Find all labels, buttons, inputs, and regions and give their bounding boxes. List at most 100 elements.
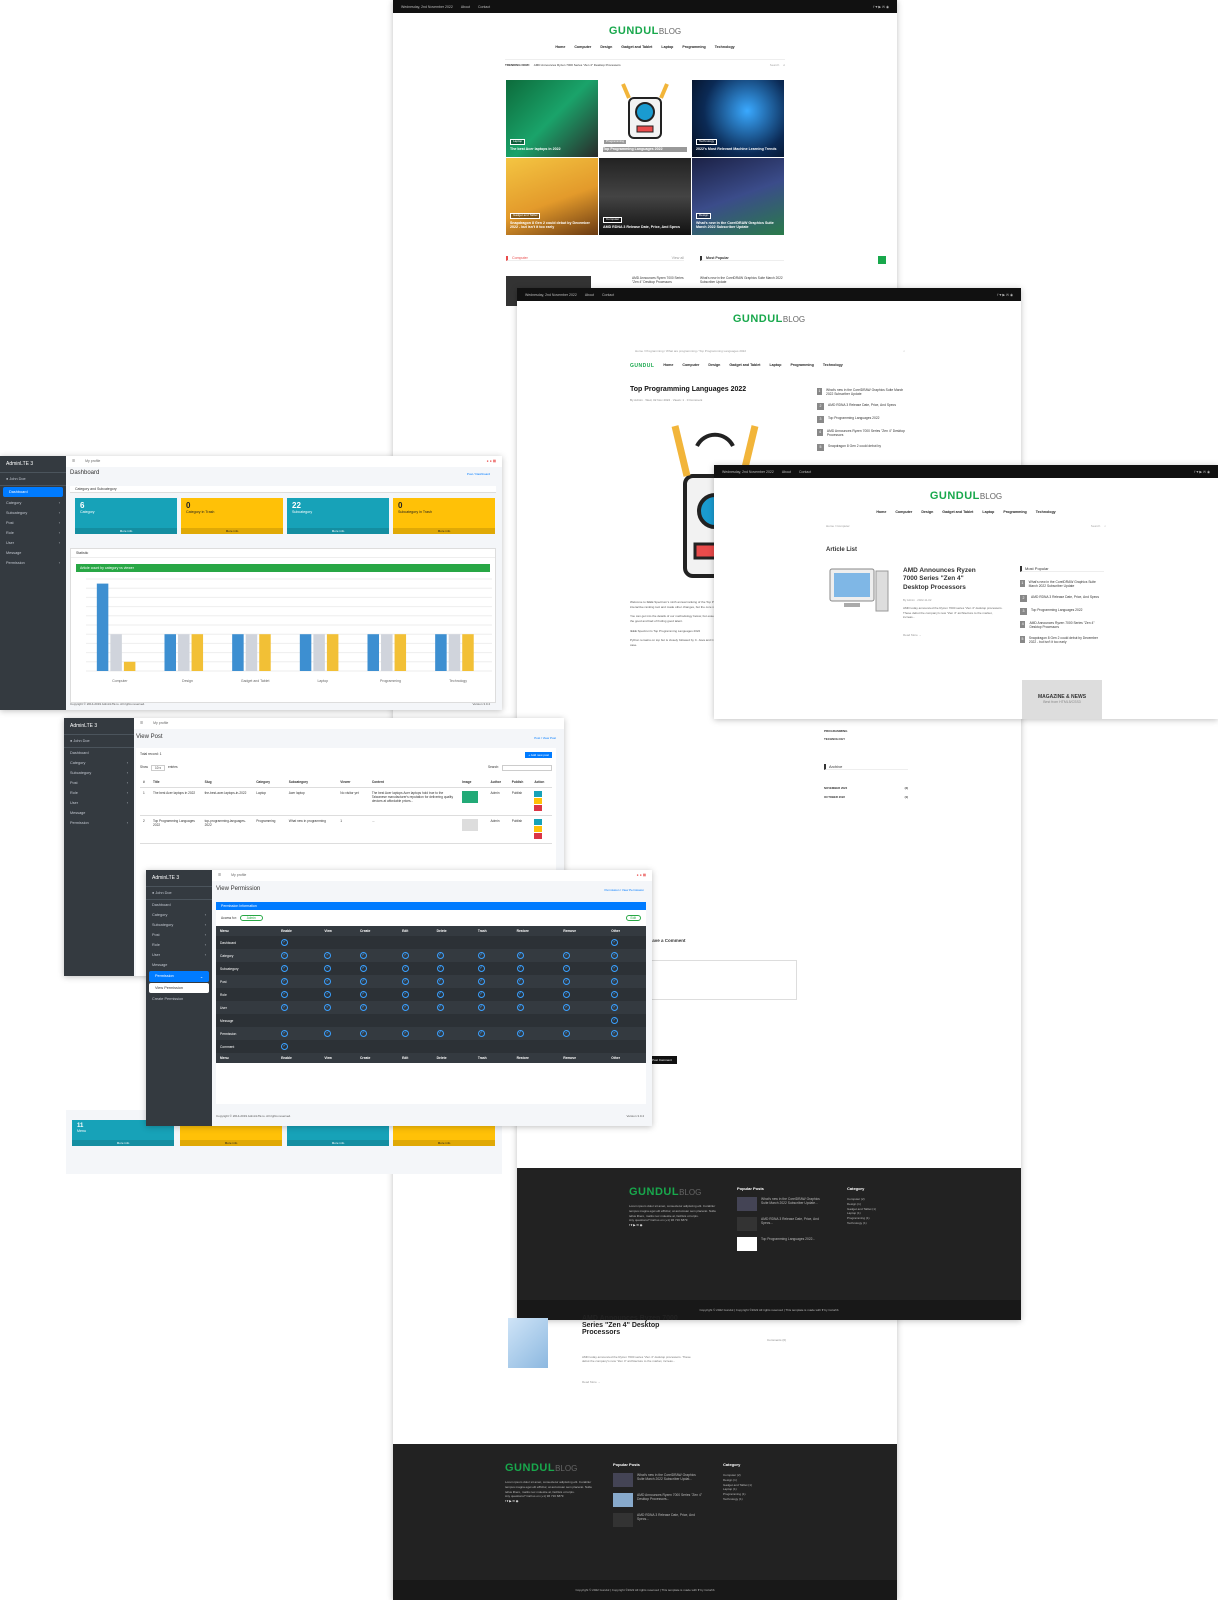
check-icon[interactable]: ✓ — [281, 952, 289, 959]
permission-breadcrumb[interactable]: Permission / View Permission — [605, 888, 644, 892]
check-icon[interactable]: ✓ — [281, 978, 289, 985]
more-info-link[interactable]: More info — [75, 528, 177, 534]
check-icon[interactable]: ✓ — [360, 1004, 368, 1011]
check-icon[interactable]: ✓ — [324, 978, 332, 985]
check-icon[interactable]: ✓ — [563, 965, 571, 972]
more-info-link[interactable]: More info — [287, 1140, 389, 1146]
user-panel[interactable]: ● John Doe — [146, 887, 212, 900]
footer-cat[interactable]: Technology (1) — [723, 1497, 752, 1502]
check-icon[interactable]: ✓ — [516, 952, 524, 959]
ad-banner[interactable]: MAGAZINE & NEWS Best from HTML5/CSS3 — [1022, 680, 1102, 719]
check-icon[interactable]: ✓ — [324, 952, 332, 959]
check-icon[interactable]: ✓ — [477, 991, 485, 998]
footer-post[interactable]: AMD Announces Ryzen 7000 Series "Zen 4" … — [613, 1493, 703, 1507]
footer-post[interactable]: AMD RDNA 3 Release Date, Price, And Spec… — [737, 1217, 827, 1231]
footer-post[interactable]: What's new in the CorelDRAW Graphics Sui… — [613, 1473, 703, 1487]
popular-item[interactable]: 1 What's new in the CorelDRAW Graphics Su… — [817, 388, 907, 397]
logo[interactable]: GUNDULBLOG — [393, 25, 897, 37]
popular-item[interactable]: 4 AMD Announces Ryzen 7000 Series "Zen 4"… — [1020, 620, 1104, 630]
popular-item[interactable]: 1 What's new in the CorelDRAW Graphics Su… — [1020, 580, 1104, 589]
check-icon[interactable]: ✓ — [516, 978, 524, 985]
sidebar-item-post[interactable]: Post ‹ — [146, 930, 212, 940]
check-icon[interactable]: ✓ — [436, 978, 444, 985]
check-icon[interactable]: ✓ — [516, 1004, 524, 1011]
popular-item[interactable]: 4 AMD Announces Ryzen 7000 Series "Zen 4"… — [817, 428, 907, 438]
article-item-title[interactable]: AMD Announces Ryzen 7000 Series "Zen 4" … — [903, 567, 983, 592]
footer-cat[interactable]: Technology (1) — [847, 1221, 876, 1226]
nav-technology[interactable]: Technology — [823, 363, 843, 369]
computer-image[interactable] — [826, 565, 892, 617]
check-icon[interactable]: ✓ — [436, 1004, 444, 1011]
scroll-top-button[interactable] — [878, 256, 886, 264]
sidebar-item-message[interactable]: Message — [64, 808, 134, 818]
nav-gadget[interactable]: Gadget and Tablet — [729, 363, 760, 369]
check-icon[interactable]: ✓ — [360, 952, 368, 959]
column-header[interactable]: Viewer — [337, 777, 369, 788]
nav-computer[interactable]: Computer — [895, 510, 912, 514]
delete-button[interactable] — [534, 805, 543, 811]
computer-thumb[interactable] — [508, 1318, 548, 1368]
tile-computer[interactable]: Computer AMD RDNA 3 Release Date, Price, … — [599, 158, 691, 235]
nav-home[interactable]: Home — [876, 510, 886, 514]
check-icon[interactable]: ✓ — [402, 978, 410, 985]
article-title-bottom[interactable]: AMD Announces Ryzen 7000 Series "Zen 4" … — [582, 1315, 692, 1336]
nav-programming[interactable]: Programming — [682, 45, 705, 49]
user-panel[interactable]: ● John Doe — [64, 735, 134, 748]
sidebar-item-subcategory[interactable]: Subcategory ‹ — [146, 920, 212, 930]
check-icon[interactable]: ✓ — [611, 939, 619, 946]
nav-design[interactable]: Design — [600, 45, 612, 49]
nav-laptop[interactable]: Laptop — [982, 510, 994, 514]
popular-item[interactable]: 5 Snapdragon 8 Gen 2 could debut by Decem… — [1020, 635, 1104, 645]
popular-item[interactable]: 5 Snapdragon 8 Gen 2 could debut by — [817, 443, 907, 451]
nav-gadget[interactable]: Gadget and Tablet — [621, 45, 652, 49]
check-icon[interactable]: ✓ — [477, 1004, 485, 1011]
more-info-link[interactable]: More info — [72, 1140, 174, 1146]
contact-link[interactable]: Contact — [478, 5, 490, 9]
edit-button[interactable] — [534, 826, 543, 832]
check-icon[interactable]: ✓ — [611, 952, 619, 959]
sidebar-item-role[interactable]: Role ‹ — [146, 940, 212, 950]
add-post-button[interactable]: + Add new post — [525, 752, 552, 758]
search-icon[interactable]: ⌕ — [1104, 524, 1106, 528]
footer-post[interactable]: What's new in the CorelDRAW Graphics Sui… — [737, 1197, 827, 1211]
check-icon[interactable]: ✓ — [516, 991, 524, 998]
social-icons[interactable]: f ♥ ▶ ✉ ◉ — [1194, 470, 1210, 474]
read-more-link[interactable]: Read More → — [903, 633, 922, 637]
check-icon[interactable]: ✓ — [402, 965, 410, 972]
sidebar-item-category[interactable]: Category ‹ — [0, 498, 66, 508]
check-icon[interactable]: ✓ — [563, 991, 571, 998]
check-icon[interactable]: ✓ — [477, 965, 485, 972]
column-header[interactable]: Content — [368, 777, 460, 788]
footer-post[interactable]: AMD RDNA 3 Release Date, Price, And Spec… — [613, 1513, 703, 1527]
sidebar-item-view-permission[interactable]: View Permission — [149, 983, 209, 993]
nav-programming[interactable]: Programming — [790, 363, 813, 369]
check-icon[interactable]: ✓ — [281, 965, 289, 972]
search-icon[interactable]: ⌕ — [903, 349, 905, 353]
column-header[interactable]: Author — [487, 777, 509, 788]
sidebar-item-user[interactable]: User ‹ — [0, 538, 66, 548]
search-input[interactable]: Search — [770, 63, 780, 67]
post-thumbnail[interactable] — [462, 819, 479, 831]
post-logo[interactable]: GUNDULBLOG — [517, 313, 1021, 325]
view-post-breadcrumb[interactable]: Post / View Post — [534, 736, 556, 740]
column-header[interactable]: Publish — [508, 777, 532, 788]
more-info-link[interactable]: More info — [180, 1140, 282, 1146]
about-link[interactable]: About — [585, 293, 594, 297]
check-icon[interactable]: ✓ — [436, 965, 444, 972]
sidebar-item-user[interactable]: User ‹ — [146, 950, 212, 960]
contact-link[interactable]: Contact — [602, 293, 614, 297]
more-info-link[interactable]: More info — [181, 528, 283, 534]
comment-textarea[interactable] — [647, 960, 797, 1000]
nav-home[interactable]: Home — [663, 363, 673, 369]
check-icon[interactable]: ✓ — [611, 991, 619, 998]
brand-logo[interactable]: AdminLTE 3 — [0, 456, 66, 473]
social-icons[interactable]: f ♥ ▶ ✉ ◉ — [997, 293, 1013, 297]
check-icon[interactable]: ✓ — [611, 1017, 619, 1024]
archive-item[interactable]: OCTOBER 2022 (1) — [824, 795, 908, 799]
column-header[interactable]: Title — [150, 777, 202, 788]
check-icon[interactable]: ✓ — [360, 965, 368, 972]
check-icon[interactable]: ✓ — [563, 1030, 571, 1037]
social-icons[interactable]: f ♥ ▶ ✉ ◉ — [873, 5, 889, 9]
edit-button[interactable] — [534, 798, 543, 804]
more-info-link[interactable]: More info — [393, 528, 495, 534]
